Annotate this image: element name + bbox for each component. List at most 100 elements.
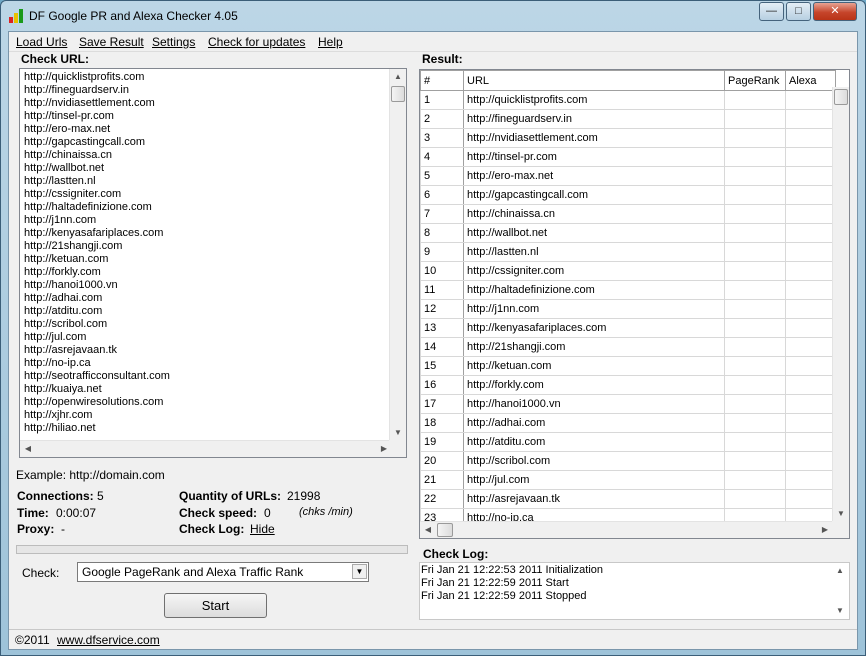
row-url: http://forkly.com bbox=[463, 375, 725, 395]
column-pagerank[interactable]: PageRank bbox=[724, 70, 786, 91]
scroll-right-icon[interactable]: ▶ bbox=[817, 522, 833, 538]
row-url: http://asrejavaan.tk bbox=[463, 489, 725, 509]
row-number: 22 bbox=[420, 489, 464, 509]
table-row[interactable]: 3 http://nvidiasettlement.com bbox=[420, 128, 836, 148]
row-number: 8 bbox=[420, 223, 464, 243]
proxy-value: - bbox=[61, 522, 65, 536]
table-row[interactable]: 21 http://jul.com bbox=[420, 470, 836, 490]
table-row[interactable]: 1 http://quicklistprofits.com bbox=[420, 90, 836, 110]
row-number: 5 bbox=[420, 166, 464, 186]
row-alexa bbox=[785, 109, 836, 129]
row-url: http://adhai.com bbox=[463, 413, 725, 433]
url-list-item: http://scribol.com bbox=[24, 318, 108, 330]
table-row[interactable]: 15 http://ketuan.com bbox=[420, 356, 836, 376]
url-list-item: http://quicklistprofits.com bbox=[24, 71, 145, 83]
table-row[interactable]: 12 http://j1nn.com bbox=[420, 299, 836, 319]
row-number: 4 bbox=[420, 147, 464, 167]
row-alexa bbox=[785, 470, 836, 490]
url-list-item: http://jul.com bbox=[24, 331, 87, 343]
table-row[interactable]: 2 http://fineguardserv.in bbox=[420, 109, 836, 129]
table-row[interactable]: 16 http://forkly.com bbox=[420, 375, 836, 395]
table-row[interactable]: 13 http://kenyasafariplaces.com bbox=[420, 318, 836, 338]
url-list-item: http://kuaiya.net bbox=[24, 383, 102, 395]
table-row[interactable]: 18 http://adhai.com bbox=[420, 413, 836, 433]
url-horizontal-scrollbar[interactable]: ◀ ▶ bbox=[20, 440, 392, 457]
copyright-text: ©2011 bbox=[15, 633, 50, 647]
menu-settings[interactable]: Settings bbox=[152, 35, 195, 49]
table-row[interactable]: 6 http://gapcastingcall.com bbox=[420, 185, 836, 205]
url-scroll-thumb[interactable] bbox=[391, 86, 405, 102]
scroll-down-icon[interactable]: ▼ bbox=[832, 603, 848, 619]
result-grid[interactable]: # URL PageRank Alexa 1 http://quicklistpr… bbox=[419, 69, 850, 539]
log-line: Fri Jan 21 12:22:53 2011 Initialization bbox=[421, 564, 604, 576]
check-mode-select[interactable]: Google PageRank and Alexa Traffic Rank ▼ bbox=[77, 562, 369, 582]
row-pagerank bbox=[724, 204, 786, 224]
hide-log-link[interactable]: Hide bbox=[250, 522, 275, 536]
log-vertical-scrollbar[interactable]: ▲ ▼ bbox=[832, 563, 849, 619]
table-row[interactable]: 22 http://asrejavaan.tk bbox=[420, 489, 836, 509]
row-alexa bbox=[785, 413, 836, 433]
scroll-up-icon[interactable]: ▲ bbox=[832, 563, 848, 579]
menu-check-for-updates[interactable]: Check for updates bbox=[208, 35, 305, 49]
row-pagerank bbox=[724, 318, 786, 338]
table-row[interactable]: 14 http://21shangji.com bbox=[420, 337, 836, 357]
row-alexa bbox=[785, 204, 836, 224]
table-row[interactable]: 11 http://haltadefinizione.com bbox=[420, 280, 836, 300]
row-number: 18 bbox=[420, 413, 464, 433]
close-button[interactable]: ✕ bbox=[813, 2, 857, 21]
column-number[interactable]: # bbox=[420, 70, 464, 91]
table-row[interactable]: 7 http://chinaissa.cn bbox=[420, 204, 836, 224]
column-url[interactable]: URL bbox=[463, 70, 725, 91]
start-button[interactable]: Start bbox=[164, 593, 267, 618]
minimize-button[interactable]: — bbox=[759, 2, 784, 21]
table-row[interactable]: 8 http://wallbot.net bbox=[420, 223, 836, 243]
row-number: 20 bbox=[420, 451, 464, 471]
result-scroll-thumb[interactable] bbox=[834, 89, 848, 105]
url-list-item: http://cssigniter.com bbox=[24, 188, 122, 200]
table-row[interactable]: 4 http://tinsel-pr.com bbox=[420, 147, 836, 167]
maximize-button[interactable]: □ bbox=[786, 2, 811, 21]
menu-load-urls[interactable]: Load Urls bbox=[16, 35, 67, 49]
scroll-up-icon[interactable]: ▲ bbox=[390, 69, 406, 85]
scroll-down-icon[interactable]: ▼ bbox=[833, 506, 849, 522]
speed-label: Check speed: bbox=[179, 506, 258, 520]
url-list-item: http://no-ip.ca bbox=[24, 357, 91, 369]
row-pagerank bbox=[724, 375, 786, 395]
column-alexa[interactable]: Alexa bbox=[785, 70, 836, 91]
row-pagerank bbox=[724, 451, 786, 471]
title-bar[interactable]: DF Google PR and Alexa Checker 4.05 — □ … bbox=[1, 1, 865, 31]
result-hscroll-thumb[interactable] bbox=[437, 523, 453, 537]
website-link[interactable]: www.dfservice.com bbox=[57, 633, 160, 647]
row-number: 6 bbox=[420, 185, 464, 205]
menu-save-result[interactable]: Save Result bbox=[79, 35, 144, 49]
row-url: http://ero-max.net bbox=[463, 166, 725, 186]
result-horizontal-scrollbar[interactable]: ◀ ▶ bbox=[420, 521, 833, 538]
table-row[interactable]: 20 http://scribol.com bbox=[420, 451, 836, 471]
row-alexa bbox=[785, 185, 836, 205]
progress-bar bbox=[16, 545, 408, 554]
url-vertical-scrollbar[interactable]: ▲ ▼ bbox=[389, 69, 406, 441]
table-row[interactable]: 10 http://cssigniter.com bbox=[420, 261, 836, 281]
url-list-item: http://kenyasafariplaces.com bbox=[24, 227, 164, 239]
url-list-item: http://wallbot.net bbox=[24, 162, 105, 174]
result-vertical-scrollbar[interactable]: ▼ bbox=[832, 87, 849, 522]
row-url: http://nvidiasettlement.com bbox=[463, 128, 725, 148]
scroll-left-icon[interactable]: ◀ bbox=[420, 522, 436, 538]
chevron-down-icon[interactable]: ▼ bbox=[352, 564, 367, 579]
url-list-item: http://haltadefinizione.com bbox=[24, 201, 152, 213]
scroll-left-icon[interactable]: ◀ bbox=[20, 441, 36, 457]
check-log-textarea[interactable]: Fri Jan 21 12:22:53 2011 Initialization F… bbox=[419, 562, 850, 620]
table-row[interactable]: 19 http://atditu.com bbox=[420, 432, 836, 452]
menu-help[interactable]: Help bbox=[318, 35, 343, 49]
row-alexa bbox=[785, 242, 836, 262]
table-row[interactable]: 17 http://hanoi1000.vn bbox=[420, 394, 836, 414]
table-row[interactable]: 9 http://lastten.nl bbox=[420, 242, 836, 262]
result-label: Result: bbox=[422, 52, 463, 66]
client-area: Load Urls Save Result Settings Check for… bbox=[8, 31, 858, 650]
table-row[interactable]: 5 http://ero-max.net bbox=[420, 166, 836, 186]
url-input-textarea[interactable]: http://quicklistprofits.com http://finegu… bbox=[19, 68, 407, 458]
scroll-down-icon[interactable]: ▼ bbox=[390, 425, 406, 441]
row-pagerank bbox=[724, 356, 786, 376]
row-url: http://atditu.com bbox=[463, 432, 725, 452]
row-url: http://cssigniter.com bbox=[463, 261, 725, 281]
